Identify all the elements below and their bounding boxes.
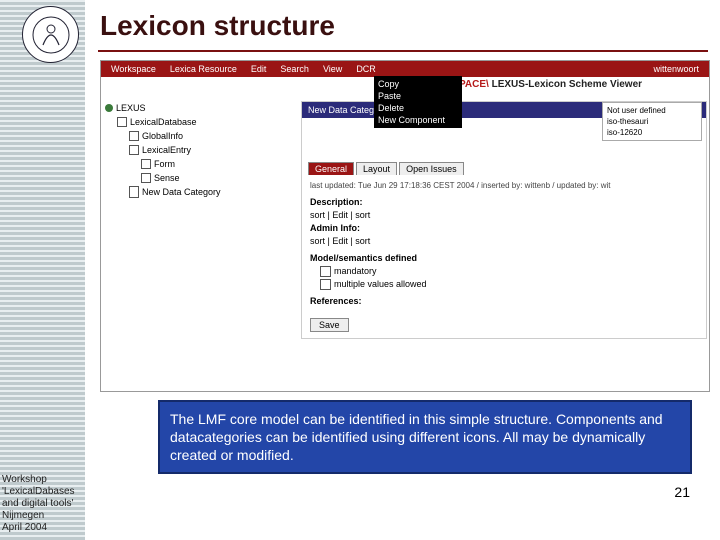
tree-item-new-data-category[interactable]: New Data Category [105, 185, 295, 199]
slide-title: Lexicon structure [100, 10, 335, 42]
admin-actions[interactable]: sort | Edit | sort [310, 235, 698, 248]
sidebar-pattern [0, 0, 85, 540]
caption-box: The LMF core model can be identified in … [158, 400, 692, 474]
tree-view: LEXUS LexicalDatabase GlobalInfo Lexical… [105, 101, 295, 199]
page-number: 21 [674, 484, 690, 500]
tree-item-globalinfo[interactable]: GlobalInfo [105, 129, 295, 143]
logo [22, 6, 79, 63]
ctx-delete[interactable]: Delete [378, 102, 458, 114]
component-icon [129, 145, 139, 155]
window-title: PACE\ LEXUS-Lexicon Scheme Viewer [459, 79, 642, 90]
checkbox-multiple-values[interactable] [320, 279, 331, 290]
save-button[interactable]: Save [310, 318, 349, 332]
tree-item-form[interactable]: Form [105, 157, 295, 171]
meta-line2: iso-thesauri [607, 116, 697, 127]
menu-edit[interactable]: Edit [251, 64, 267, 74]
model-label: Model/semantics defined [310, 253, 417, 263]
tree-item-lexicaldatabase[interactable]: LexicalDatabase [105, 115, 295, 129]
context-menu: Copy Paste Delete New Component [374, 76, 462, 128]
fields: last updated: Tue Jun 29 17:18:36 CEST 2… [302, 175, 706, 312]
folder-icon [105, 104, 113, 112]
menubar: Workspace Lexica Resource Edit Search Vi… [101, 61, 709, 77]
meta-line1: Not user defined [607, 105, 697, 116]
tree-item-sense[interactable]: Sense [105, 171, 295, 185]
meta-line3: iso-12620 [607, 127, 697, 138]
tab-open-issues[interactable]: Open Issues [399, 162, 464, 175]
tab-general[interactable]: General [308, 162, 354, 175]
references-label: References: [310, 296, 362, 306]
tree-root[interactable]: LEXUS [105, 101, 295, 115]
menu-search[interactable]: Search [280, 64, 309, 74]
multiple-values-label: multiple values allowed [334, 279, 427, 289]
ctx-paste[interactable]: Paste [378, 90, 458, 102]
menu-lexica-resource[interactable]: Lexica Resource [170, 64, 237, 74]
component-icon [141, 173, 151, 183]
component-icon [117, 117, 127, 127]
admin-info-label: Admin Info: [310, 223, 360, 233]
detail-panel: New Data Category Not user defined iso-t… [301, 101, 707, 339]
title-underline [98, 50, 708, 52]
ctx-copy[interactable]: Copy [378, 78, 458, 90]
footer: Workshop 'LexicalDabases and digital too… [2, 474, 75, 534]
mandatory-label: mandatory [334, 266, 377, 276]
description-actions[interactable]: sort | Edit | sort [310, 209, 698, 222]
user-label: wittenwoort [653, 64, 699, 74]
app-window: Workspace Lexica Resource Edit Search Vi… [100, 60, 710, 392]
checkbox-mandatory[interactable] [320, 266, 331, 277]
ctx-new-component[interactable]: New Component [378, 114, 458, 126]
last-updated: last updated: Tue Jun 29 17:18:36 CEST 2… [310, 179, 698, 196]
tabs: General Layout Open Issues [302, 158, 706, 175]
datacategory-icon [129, 186, 139, 198]
component-icon [129, 131, 139, 141]
tab-layout[interactable]: Layout [356, 162, 397, 175]
menu-workspace[interactable]: Workspace [111, 64, 156, 74]
menu-view[interactable]: View [323, 64, 342, 74]
component-icon [141, 159, 151, 169]
menu-dcr[interactable]: DCR [356, 64, 376, 74]
meta-box: Not user defined iso-thesauri iso-12620 [602, 102, 702, 141]
tree-item-lexicalentry[interactable]: LexicalEntry [105, 143, 295, 157]
description-label: Description: [310, 197, 363, 207]
